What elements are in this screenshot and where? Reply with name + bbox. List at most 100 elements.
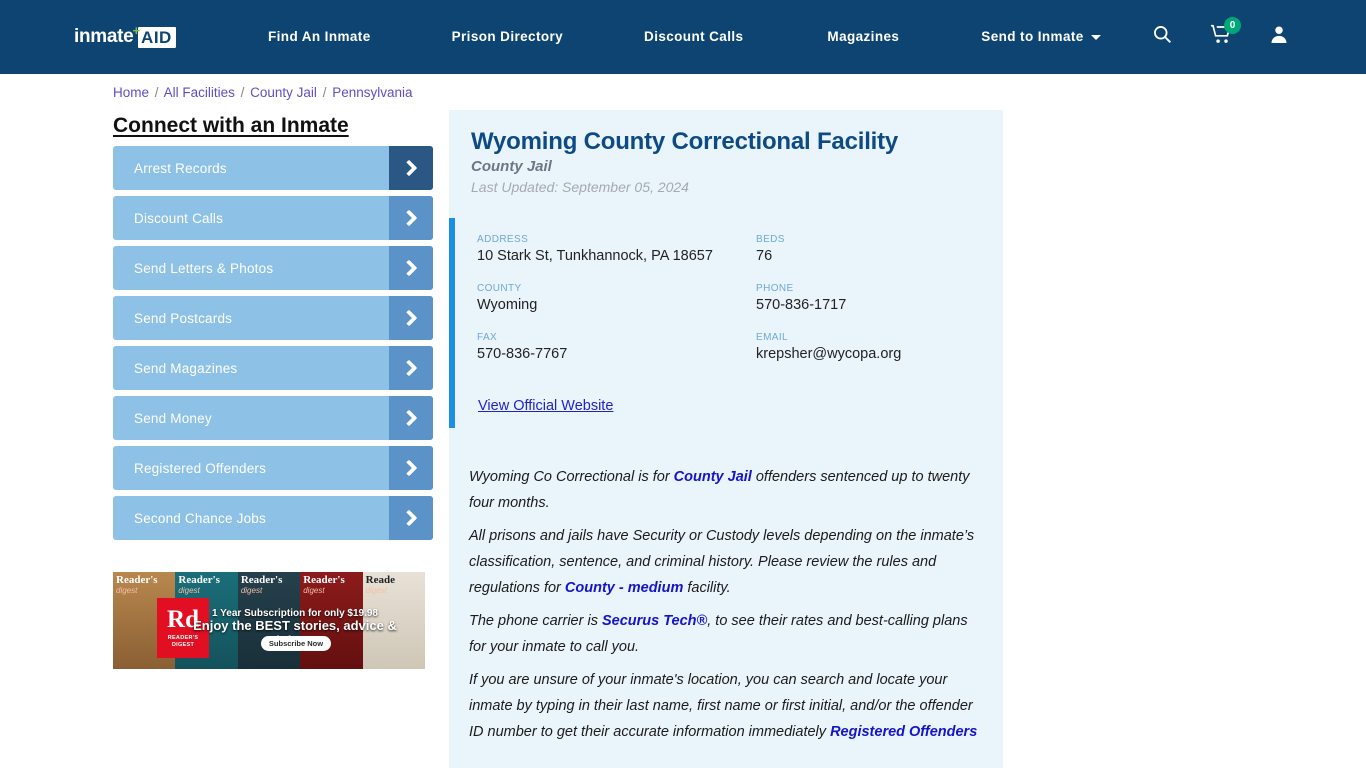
- info-label: COUNTY: [477, 283, 522, 294]
- ad-cover-sub: digest: [178, 586, 200, 595]
- description-paragraph-1: Wyoming Co Correctional is for County Ja…: [469, 464, 981, 516]
- nav-item-discount-calls[interactable]: Discount Calls: [644, 29, 743, 44]
- facility-description: Wyoming Co Correctional is for County Ja…: [469, 464, 981, 752]
- breadcrumb-separator: /: [322, 85, 327, 100]
- description-paragraph-4: If you are unsure of your inmate's locat…: [469, 667, 981, 745]
- last-updated-text: Last Updated: September 05, 2024: [471, 179, 689, 195]
- info-field-fax: FAX 570-836-7767: [477, 332, 756, 363]
- breadcrumb-separator: /: [154, 85, 159, 100]
- sidebar-item-label: Send Magazines: [134, 360, 238, 376]
- ad-cover-sub: digest: [240, 586, 263, 595]
- nav-item-magazines[interactable]: Magazines: [827, 29, 899, 44]
- search-icon[interactable]: [1152, 24, 1172, 49]
- view-official-website-link[interactable]: View Official Website: [478, 398, 613, 414]
- sidebar-title: Connect with an Inmate: [113, 114, 349, 137]
- info-field-beds: BEDS 76: [756, 234, 977, 265]
- site-header: inmate + AID Find An Inmate Prison Direc…: [0, 0, 1366, 74]
- logo-plus-icon: +: [132, 23, 141, 38]
- chevron-right-icon: [389, 496, 433, 540]
- breadcrumb-item-all-facilities[interactable]: All Facilities: [164, 85, 235, 100]
- link-county-jail[interactable]: County Jail: [674, 469, 752, 485]
- ad-cover-title: Reader's: [303, 574, 345, 586]
- breadcrumb-item-home[interactable]: Home: [113, 85, 149, 100]
- sidebar-item-send-magazines[interactable]: Send Magazines: [113, 346, 433, 390]
- chevron-right-icon: [389, 296, 433, 340]
- sidebar-item-send-letters-photos[interactable]: Send Letters & Photos: [113, 246, 433, 290]
- info-label: EMAIL: [756, 332, 789, 343]
- chevron-right-icon: [389, 396, 433, 440]
- main-nav: Find An Inmate Prison Directory Discount…: [268, 29, 1101, 44]
- sidebar-item-label: Second Chance Jobs: [134, 510, 266, 526]
- sidebar-item-send-money[interactable]: Send Money: [113, 396, 433, 440]
- breadcrumb-separator: /: [240, 85, 245, 100]
- info-value: 76: [756, 248, 773, 264]
- ad-cover-title: Reader's: [116, 574, 158, 586]
- ad-cover-title: Reader's: [240, 574, 283, 586]
- cart-icon[interactable]: 0: [1210, 17, 1241, 49]
- info-value: krepsher@wycopa.org: [756, 346, 902, 362]
- paragraph-2-text-b: facility.: [683, 580, 731, 596]
- ad-cover-title: Reader's: [178, 574, 220, 586]
- sidebar-item-second-chance-jobs[interactable]: Second Chance Jobs: [113, 496, 433, 540]
- sidebar-item-label: Send Money: [134, 410, 212, 426]
- info-value: 10 Stark St, Tunkhannock, PA 18657: [477, 248, 713, 264]
- facility-info-grid: ADDRESS 10 Stark St, Tunkhannock, PA 186…: [477, 234, 977, 363]
- page-title: Wyoming County Correctional Facility: [471, 128, 899, 155]
- info-field-address: ADDRESS 10 Stark St, Tunkhannock, PA 186…: [477, 234, 756, 265]
- link-registered-offenders[interactable]: Registered Offenders: [830, 724, 977, 740]
- info-field-email: EMAIL krepsher@wycopa.org: [756, 332, 977, 363]
- sidebar-item-discount-calls[interactable]: Discount Calls: [113, 196, 433, 240]
- description-paragraph-3: The phone carrier is Securus Tech®, to s…: [469, 608, 981, 660]
- chevron-right-icon: [389, 196, 433, 240]
- chevron-right-icon: [389, 346, 433, 390]
- breadcrumb-item-pennsylvania[interactable]: Pennsylvania: [332, 85, 412, 100]
- info-label: PHONE: [756, 283, 794, 294]
- chevron-right-icon: [389, 446, 433, 490]
- ad-cover-sub: digest: [116, 586, 138, 595]
- nav-item-find-an-inmate[interactable]: Find An Inmate: [268, 29, 371, 44]
- ad-subscribe-button[interactable]: Subscribe Now: [261, 636, 331, 651]
- nav-item-send-to-inmate-label: Send to Inmate: [981, 29, 1084, 44]
- nav-item-prison-directory[interactable]: Prison Directory: [452, 29, 563, 44]
- chevron-right-icon: [389, 246, 433, 290]
- ad-cover-title: Reade: [365, 574, 395, 586]
- cart-count-badge: 0: [1224, 17, 1241, 34]
- header-icon-group: 0: [1152, 17, 1288, 49]
- logo-word: inmate: [74, 26, 134, 47]
- chevron-right-icon: [389, 146, 433, 190]
- facility-type: County Jail: [471, 158, 552, 175]
- info-label: ADDRESS: [477, 234, 529, 245]
- sidebar-item-label: Send Letters & Photos: [134, 260, 274, 276]
- link-county-medium[interactable]: County - medium: [565, 580, 683, 596]
- user-icon[interactable]: [1270, 24, 1288, 49]
- logo-badge: AID: [138, 26, 176, 48]
- site-logo[interactable]: inmate + AID: [74, 23, 176, 48]
- info-field-phone: PHONE 570-836-1717: [756, 283, 977, 314]
- info-label: FAX: [477, 332, 498, 343]
- info-field-county: COUNTY Wyoming: [477, 283, 756, 314]
- sidebar-item-label: Registered Offenders: [134, 460, 267, 476]
- info-label: BEDS: [756, 234, 785, 245]
- link-securus-tech[interactable]: Securus Tech®: [602, 613, 707, 629]
- sidebar-item-label: Send Postcards: [134, 310, 233, 326]
- ad-cover-sub: digest: [303, 586, 325, 595]
- advertisement-banner[interactable]: Reader's digest Reader's digest Reader's…: [113, 572, 425, 669]
- chevron-down-icon: [1090, 35, 1101, 40]
- info-value: 570-836-1717: [756, 297, 847, 313]
- info-accent-bar: [449, 218, 455, 428]
- info-value: Wyoming: [477, 297, 538, 313]
- sidebar-menu: Arrest Records Discount Calls Send Lette…: [113, 146, 433, 546]
- sidebar-item-label: Discount Calls: [134, 210, 224, 226]
- ad-cover-sub: digest: [365, 586, 387, 595]
- nav-item-send-to-inmate[interactable]: Send to Inmate: [981, 29, 1101, 44]
- sidebar-item-arrest-records[interactable]: Arrest Records: [113, 146, 433, 190]
- paragraph-1-text-a: Wyoming Co Correctional is for: [469, 469, 674, 485]
- breadcrumb: Home / All Facilities / County Jail / Pe…: [113, 85, 413, 100]
- sidebar-item-label: Arrest Records: [134, 160, 227, 176]
- sidebar-item-registered-offenders[interactable]: Registered Offenders: [113, 446, 433, 490]
- paragraph-3-text-a: The phone carrier is: [469, 613, 602, 629]
- sidebar-item-send-postcards[interactable]: Send Postcards: [113, 296, 433, 340]
- info-value: 570-836-7767: [477, 346, 568, 362]
- description-paragraph-2: All prisons and jails have Security or C…: [469, 523, 981, 601]
- breadcrumb-item-county-jail[interactable]: County Jail: [250, 85, 317, 100]
